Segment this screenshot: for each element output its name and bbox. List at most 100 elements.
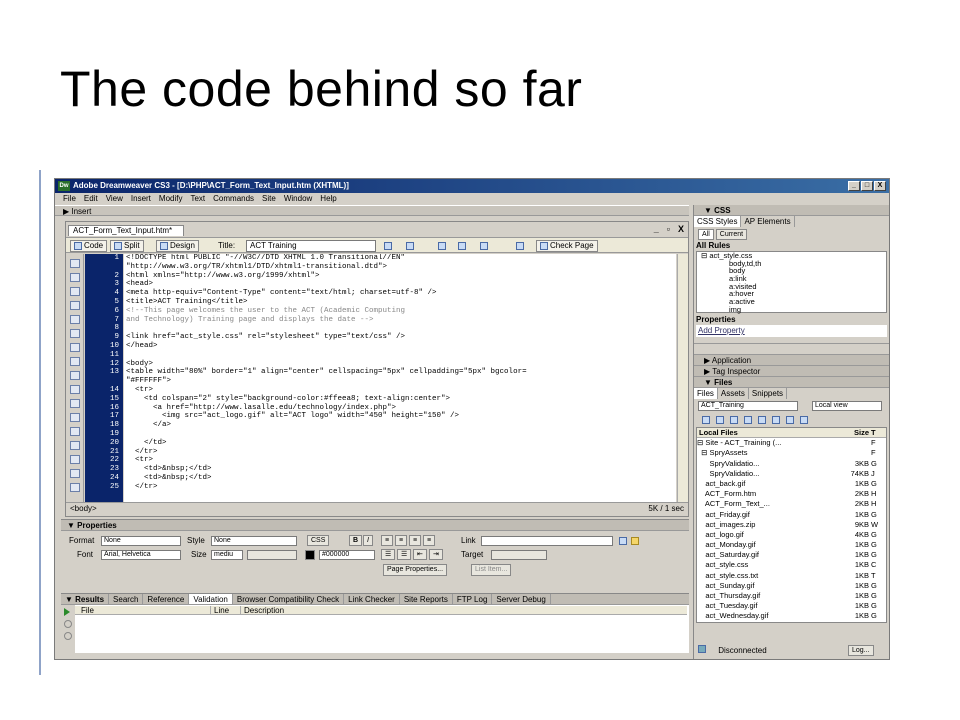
apply-comment-icon[interactable] <box>70 399 80 408</box>
format-select[interactable]: None <box>101 536 181 546</box>
play-icon[interactable] <box>64 608 70 616</box>
font-select[interactable]: Arial, Helvetica <box>101 550 181 560</box>
link-input[interactable] <box>481 536 613 546</box>
menu-commands[interactable]: Commands <box>213 193 254 205</box>
results-header[interactable]: ▼ Results <box>61 594 110 604</box>
design-view-button[interactable]: Design <box>156 240 199 252</box>
bold-button[interactable]: B <box>349 535 363 546</box>
document-tab[interactable]: ACT_Form_Text_Input.htm* <box>68 225 184 236</box>
select-parent-tag-icon[interactable] <box>70 315 80 324</box>
preview-browser-icon[interactable] <box>406 242 414 250</box>
results-tab[interactable]: Site Reports <box>400 594 453 604</box>
menu-help[interactable]: Help <box>320 193 336 205</box>
tab-snippets[interactable]: Snippets <box>749 388 788 399</box>
column-description[interactable]: Description <box>241 606 284 615</box>
file-row[interactable]: act_Thursday.gif 1KB G <box>697 591 886 601</box>
get-files-icon[interactable] <box>730 416 738 424</box>
unordered-list-button[interactable]: ☰ <box>381 549 396 560</box>
current-mode-button[interactable]: Current <box>715 229 748 240</box>
tag-inspector-panel-header[interactable]: ▶ Tag Inspector <box>694 366 889 377</box>
text-color-swatch[interactable] <box>305 550 315 560</box>
line-numbers-icon[interactable] <box>70 343 80 352</box>
column-local-files[interactable]: Local Files <box>697 428 843 437</box>
word-wrap-icon[interactable] <box>70 371 80 380</box>
connect-icon[interactable] <box>702 416 710 424</box>
file-row[interactable]: act_style.css 1KB C <box>697 560 886 570</box>
code-scrollbar[interactable] <box>677 254 688 502</box>
put-files-icon[interactable] <box>744 416 752 424</box>
open-documents-icon[interactable] <box>70 259 80 268</box>
file-row[interactable]: ACT_Form_Text_... 2KB H <box>697 499 886 509</box>
file-row[interactable]: act_logo.gif 4KB G <box>697 530 886 540</box>
css-panel-header[interactable]: ▼ CSS <box>694 205 889 216</box>
view-options-icon[interactable] <box>458 242 466 250</box>
file-row[interactable]: act_Sunday.gif 1KB G <box>697 581 886 591</box>
results-tab[interactable]: Reference <box>143 594 190 604</box>
file-row[interactable]: act_Wednesday.gif 1KB G <box>697 611 886 621</box>
page-title-input[interactable]: ACT Training <box>246 240 376 252</box>
visual-aids-icon[interactable] <box>480 242 488 250</box>
menu-site[interactable]: Site <box>262 193 276 205</box>
tab-ap-elements[interactable]: AP Elements <box>741 216 795 227</box>
highlight-invalid-icon[interactable] <box>70 357 80 366</box>
doc-restore-button[interactable]: ▫ <box>667 224 670 234</box>
file-row[interactable]: ACT_Form.htm 2KB H <box>697 489 886 499</box>
file-row[interactable]: ⊟ SpryAssets F <box>697 448 886 458</box>
indent-button[interactable]: ⇥ <box>429 549 443 560</box>
results-tab[interactable]: Search <box>109 594 144 604</box>
all-mode-button[interactable]: All <box>698 229 714 240</box>
collapse-tag-icon[interactable] <box>70 273 80 282</box>
file-row[interactable]: act_images.zip 9KB W <box>697 520 886 530</box>
syntax-error-icon[interactable] <box>70 385 80 394</box>
check-out-icon[interactable] <box>758 416 766 424</box>
validate-markup-icon[interactable] <box>516 242 524 250</box>
column-file[interactable]: File <box>75 606 211 615</box>
check-page-button[interactable]: Check Page <box>536 240 598 252</box>
code-view-button[interactable]: Code <box>70 240 108 252</box>
css-rules-tree[interactable]: ⊟ act_style.css body,td,th body a:link a:vis… <box>696 251 887 313</box>
text-color-input[interactable]: #000000 <box>319 550 375 560</box>
column-type[interactable]: T <box>869 428 881 437</box>
stop-icon[interactable] <box>64 620 72 628</box>
style-select[interactable]: None <box>211 536 297 546</box>
size-select[interactable]: mediu <box>211 550 243 560</box>
results-tab[interactable]: FTP Log <box>453 594 493 604</box>
menu-view[interactable]: View <box>106 193 123 205</box>
file-row[interactable]: ⊟ Site - ACT_Training (... F <box>697 438 886 448</box>
align-center-button[interactable]: ≡ <box>395 535 408 546</box>
justify-button[interactable]: ≡ <box>423 535 436 546</box>
italic-button[interactable]: I <box>363 535 373 546</box>
outdent-code-icon[interactable] <box>70 469 80 478</box>
results-tab[interactable]: Server Debug <box>492 594 551 604</box>
doc-minimize-button[interactable]: _ <box>654 224 659 234</box>
tab-files[interactable]: Files <box>694 388 718 399</box>
file-row[interactable]: act_back.gif 1KB G <box>697 479 886 489</box>
synchronize-icon[interactable] <box>786 416 794 424</box>
page-properties-button[interactable]: Page Properties... <box>383 564 448 576</box>
maximize-button[interactable]: □ <box>861 181 873 191</box>
file-row[interactable]: act_Monday.gif 1KB G <box>697 540 886 550</box>
insert-bar[interactable]: ▶ Insert <box>55 205 689 216</box>
file-row[interactable]: SpryValidatio... 3KB G <box>697 459 886 469</box>
tab-css-styles[interactable]: CSS Styles <box>694 216 742 227</box>
align-right-button[interactable]: ≡ <box>409 535 422 546</box>
menu-file[interactable]: File <box>63 193 76 205</box>
results-tab[interactable]: Validation <box>189 594 233 604</box>
expand-all-icon[interactable] <box>70 301 80 310</box>
column-size[interactable]: Size <box>843 428 869 437</box>
results-tab[interactable]: Browser Compatibility Check <box>233 594 345 604</box>
menu-insert[interactable]: Insert <box>131 193 151 205</box>
file-row[interactable]: act_Saturday.gif 1KB G <box>697 550 886 560</box>
file-row[interactable]: act_style.css.txt 1KB T <box>697 571 886 581</box>
file-row[interactable]: act_Tuesday.gif 1KB G <box>697 601 886 611</box>
minimize-button[interactable]: _ <box>848 181 860 191</box>
tab-assets[interactable]: Assets <box>718 388 749 399</box>
files-panel-header[interactable]: ▼ Files <box>694 377 889 388</box>
refresh-files-icon[interactable] <box>716 416 724 424</box>
file-management-icon[interactable] <box>384 242 392 250</box>
column-line[interactable]: Line <box>211 606 241 615</box>
browse-folder-icon[interactable] <box>631 537 639 545</box>
format-source-icon[interactable] <box>70 483 80 492</box>
menu-modify[interactable]: Modify <box>159 193 183 205</box>
ordered-list-button[interactable]: ☰ <box>397 549 412 560</box>
